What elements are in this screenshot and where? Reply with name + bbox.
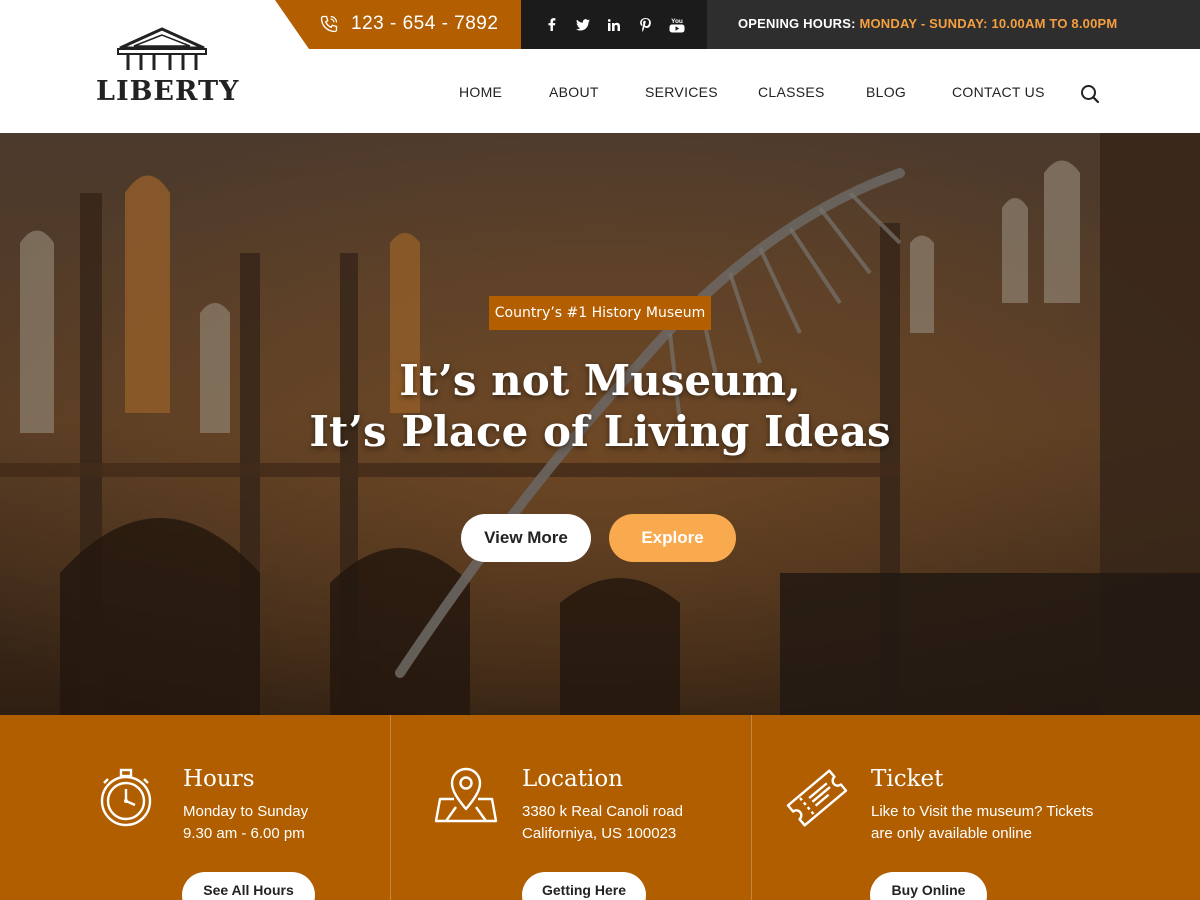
buy-online-button[interactable]: Buy Online — [870, 872, 987, 900]
nav-item-services[interactable]: SERVICES — [645, 84, 718, 100]
nav-item-blog[interactable]: BLOG — [866, 84, 906, 100]
hero-title-line-1: It’s not Museum, — [399, 356, 801, 405]
info-hours-text: Monday to Sunday 9.30 am - 6.00 pm — [183, 801, 308, 845]
youtube-icon[interactable]: You — [668, 17, 685, 33]
info-location-line-2: Californiya, US 100023 — [522, 825, 677, 842]
ticket-icon — [786, 769, 848, 827]
info-ticket-text: Like to Visit the museum? Tickets are on… — [871, 801, 1093, 845]
info-hours: Hours Monday to Sunday 9.30 am - 6.00 pm… — [0, 715, 390, 900]
social-links: You — [521, 0, 707, 49]
facebook-icon[interactable] — [544, 18, 560, 31]
site-header: LIBERTY 123 - 654 - 7892 You OPENING HOU… — [0, 0, 1200, 133]
search-icon — [1081, 85, 1100, 104]
explore-button[interactable]: Explore — [609, 514, 736, 562]
topbar-phone[interactable]: 123 - 654 - 7892 — [275, 0, 521, 49]
info-location: Location 3380 k Real Canoli road Califor… — [390, 715, 751, 900]
svg-text:You: You — [671, 18, 683, 25]
pinterest-icon[interactable] — [637, 17, 653, 32]
view-more-button[interactable]: View More — [461, 514, 591, 562]
stopwatch-icon — [100, 768, 152, 827]
brand-name: LIBERTY — [96, 76, 240, 107]
nav-item-classes[interactable]: CLASSES — [758, 84, 825, 100]
search-button[interactable] — [1080, 84, 1100, 109]
phone-number: 123 - 654 - 7892 — [351, 13, 499, 34]
info-ticket-line-1: Like to Visit the museum? Tickets — [871, 803, 1094, 820]
site-logo[interactable]: LIBERTY — [96, 26, 240, 108]
phone-icon — [320, 15, 338, 33]
hero-banner: Country’s #1 History Museum It’s not Mus… — [0, 133, 1200, 715]
hero-title: It’s not Museum, It’s Place of Living Id… — [0, 355, 1200, 457]
linkedin-icon[interactable] — [606, 18, 622, 31]
nav-item-home[interactable]: HOME — [459, 84, 502, 100]
opening-hours-value: MONDAY - SUNDAY: 10.00AM TO 8.00PM — [859, 16, 1118, 31]
opening-hours-label: OPENING HOURS: — [738, 16, 856, 31]
getting-here-button[interactable]: Getting Here — [522, 872, 646, 900]
hero-title-line-2: It’s Place of Living Ideas — [309, 407, 891, 456]
map-pin-icon — [434, 767, 498, 823]
museum-building-icon — [117, 27, 207, 70]
nav-item-contact-us[interactable]: CONTACT US — [952, 84, 1045, 100]
info-ticket: Ticket Like to Visit the museum? Tickets… — [751, 715, 1200, 900]
info-band: Hours Monday to Sunday 9.30 am - 6.00 pm… — [0, 715, 1200, 900]
info-hours-line-2: 9.30 am - 6.00 pm — [183, 825, 305, 842]
twitter-icon[interactable] — [575, 18, 591, 31]
hero-badge: Country’s #1 History Museum — [489, 296, 711, 330]
info-location-text: 3380 k Real Canoli road Californiya, US … — [522, 801, 683, 845]
see-all-hours-button[interactable]: See All Hours — [182, 872, 315, 900]
info-hours-title: Hours — [183, 766, 255, 792]
info-location-line-1: 3380 k Real Canoli road — [522, 803, 683, 820]
info-ticket-title: Ticket — [871, 766, 944, 792]
info-location-title: Location — [522, 766, 623, 792]
info-hours-line-1: Monday to Sunday — [183, 803, 309, 820]
nav-item-about[interactable]: ABOUT — [549, 84, 599, 100]
opening-hours: OPENING HOURS: MONDAY - SUNDAY: 10.00AM … — [707, 0, 1200, 49]
info-ticket-line-2: are only available online — [871, 825, 1032, 842]
